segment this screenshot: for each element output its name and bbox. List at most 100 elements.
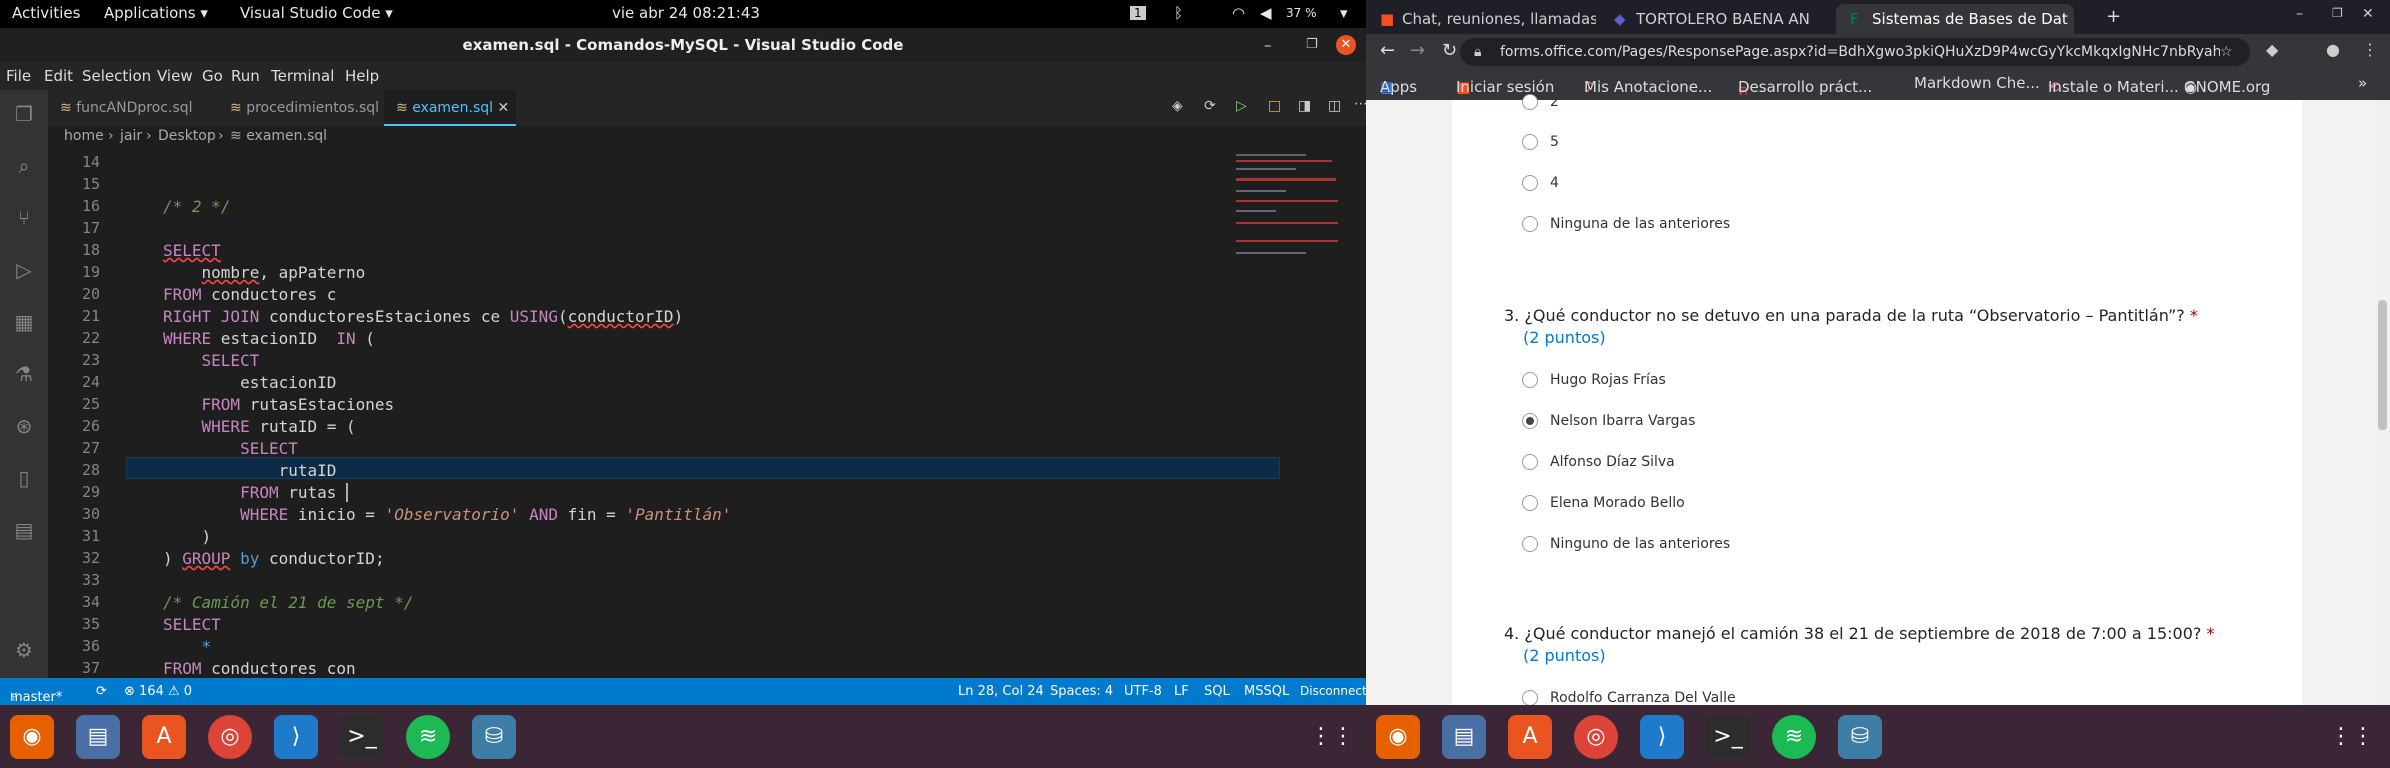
radio-option[interactable] [1522, 94, 1538, 110]
explorer-icon[interactable]: ❐ [12, 102, 36, 126]
split-editor-icon[interactable]: ◫ [1328, 98, 1341, 114]
sql-dialect[interactable]: MSSQL [1244, 684, 1289, 699]
files-icon[interactable]: ▤ [76, 715, 120, 759]
reload-icon[interactable]: ↻ [1442, 40, 1457, 61]
address-bar[interactable]: 🔒︎ forms.office.com/Pages/ResponsePage.a… [1460, 38, 2250, 66]
sync-icon[interactable]: ⟳ [96, 684, 107, 699]
radio-option-selected[interactable] [1522, 413, 1538, 429]
database-icon[interactable]: ⊛ [12, 414, 36, 438]
notes-icon[interactable]: ▤ [12, 518, 36, 542]
radio-option[interactable] [1522, 536, 1538, 552]
run-query-icon[interactable]: ▷ [1236, 98, 1247, 114]
menu-go[interactable]: Go [202, 67, 223, 85]
software-center-icon[interactable]: A [1508, 715, 1552, 759]
menu-selection[interactable]: Selection [82, 67, 151, 85]
profile-avatar[interactable]: ● [2326, 40, 2340, 59]
bluetooth-icon[interactable]: ᛒ [1174, 4, 1183, 22]
tab-examen[interactable]: ≋ examen.sql ✕ [384, 90, 516, 126]
language-mode[interactable]: SQL [1204, 684, 1230, 699]
cursor-position[interactable]: Ln 28, Col 24 [958, 684, 1044, 699]
close-tab-icon[interactable]: ✕ [498, 100, 510, 116]
files-icon[interactable]: ▤ [1442, 715, 1486, 759]
radio-option[interactable] [1522, 690, 1538, 706]
radio-option[interactable] [1522, 495, 1538, 511]
bookmarks-icon[interactable]: ▯ [12, 466, 36, 490]
battery-indicator[interactable]: 37 % [1286, 6, 1317, 20]
minimize-icon[interactable]: – [2296, 6, 2303, 22]
chrome-tab-teams[interactable]: ■ Chat, reuniones, llamadas [1366, 4, 1596, 34]
close-window-icon[interactable]: ✕ [1336, 35, 1356, 55]
radio-option[interactable] [1522, 372, 1538, 388]
vscode-icon[interactable]: ⟩ [1640, 715, 1684, 759]
scrollbar-thumb[interactable] [2378, 300, 2387, 430]
problems-indicator[interactable]: ⊗ 164 ⚠ 0 [124, 684, 192, 699]
clock[interactable]: vie abr 24 08:21:43 [612, 4, 760, 22]
terminal-icon[interactable]: >_ [340, 715, 384, 759]
indentation[interactable]: Spaces: 4 [1050, 684, 1113, 699]
chrome-menu-icon[interactable]: ⋮ [2362, 40, 2378, 59]
menu-run[interactable]: Run [231, 67, 260, 85]
bookmark-markdown[interactable]: Markdown Che... [1914, 74, 2040, 92]
stop-icon[interactable]: □ [1268, 98, 1281, 114]
code-editor[interactable]: 14 15 16 17 18 19 20 21 22 23 24 25 26 27 28 29 30 31 32 33… [48, 148, 1366, 678]
activities-button[interactable]: Activities [12, 4, 80, 22]
close-icon[interactable]: ✕ [2362, 6, 2374, 22]
terminal-icon[interactable]: >_ [1706, 715, 1750, 759]
menu-file[interactable]: File [6, 67, 31, 85]
tab-procedimientos[interactable]: ≋ procedimientos.sql [218, 90, 398, 126]
show-apps-icon[interactable]: ⋮⋮ [1310, 715, 1354, 759]
spotify-icon[interactable]: ≋ [1772, 715, 1816, 759]
radio-option[interactable] [1522, 134, 1538, 150]
maximize-icon[interactable]: ❐ [2332, 6, 2343, 20]
encoding[interactable]: UTF-8 [1124, 684, 1162, 699]
menu-help[interactable]: Help [345, 67, 379, 85]
extension-icon[interactable]: ◆ [2266, 40, 2278, 59]
back-icon[interactable]: ← [1380, 40, 1395, 61]
menu-view[interactable]: View [157, 67, 193, 85]
menu-edit[interactable]: Edit [44, 67, 73, 85]
testing-icon[interactable]: ⚗ [12, 362, 36, 386]
menu-terminal[interactable]: Terminal [271, 67, 334, 85]
source-control-icon[interactable]: ⑂ [12, 206, 36, 230]
software-center-icon[interactable]: A [142, 715, 186, 759]
chrome-tab-tortolero[interactable]: ◆ TORTOLERO BAENA AN [1600, 4, 1832, 34]
more-bookmarks-icon[interactable]: » [2358, 74, 2367, 92]
maximize-icon[interactable]: ❐ [1306, 28, 1318, 62]
run-debug-icon[interactable]: ▷ [12, 258, 36, 282]
spotify-icon[interactable]: ≋ [406, 715, 450, 759]
firefox-icon[interactable]: ◉ [1376, 715, 1420, 759]
workspace-indicator[interactable]: 1 [1130, 6, 1146, 20]
search-icon[interactable]: ⌕ [12, 154, 36, 178]
line-endings[interactable]: LF [1174, 684, 1189, 699]
chrome-icon[interactable]: ◎ [208, 715, 252, 759]
extensions-icon[interactable]: ▦ [12, 310, 36, 334]
breadcrumb-desktop[interactable]: Desktop [158, 128, 216, 144]
volume-icon[interactable]: ◀ [1260, 4, 1272, 22]
breadcrumb-file[interactable]: ≋ examen.sql [230, 128, 327, 144]
open-side-icon[interactable]: ◨ [1298, 98, 1311, 114]
mysql-workbench-icon[interactable]: ⛁ [1838, 715, 1882, 759]
bookmark-star-icon[interactable]: ☆ [2220, 38, 2233, 66]
tab-funcandproc[interactable]: ≋ funcANDproc.sql [48, 90, 218, 126]
vscode-icon[interactable]: ⟩ [274, 715, 318, 759]
app-menu[interactable]: Visual Studio Code ▾ [240, 4, 393, 22]
forward-icon[interactable]: → [1410, 40, 1425, 61]
refresh-query-icon[interactable]: ⟳ [1204, 98, 1216, 114]
settings-gear-icon[interactable]: ⚙ [12, 638, 36, 662]
firefox-icon[interactable]: ◉ [10, 715, 54, 759]
wifi-icon[interactable]: ◠ [1232, 4, 1245, 22]
power-menu-icon[interactable]: ▾ [1340, 4, 1348, 22]
minimize-icon[interactable]: – [1264, 28, 1272, 62]
radio-option[interactable] [1522, 216, 1538, 232]
radio-option[interactable] [1522, 175, 1538, 191]
breadcrumb-jair[interactable]: jair [120, 128, 142, 144]
breadcrumb-home[interactable]: home [64, 128, 104, 144]
chrome-tab-forms[interactable]: F Sistemas de Bases de Dat [1836, 4, 2074, 34]
new-tab-icon[interactable]: + [2106, 6, 2121, 27]
radio-option[interactable] [1522, 454, 1538, 470]
minimap[interactable] [1232, 148, 1352, 678]
show-apps-icon[interactable]: ⋮⋮ [2330, 715, 2374, 759]
mysql-workbench-icon[interactable]: ⛁ [472, 715, 516, 759]
compare-icon[interactable]: ◈ [1172, 98, 1183, 114]
chrome-icon[interactable]: ◎ [1574, 715, 1618, 759]
